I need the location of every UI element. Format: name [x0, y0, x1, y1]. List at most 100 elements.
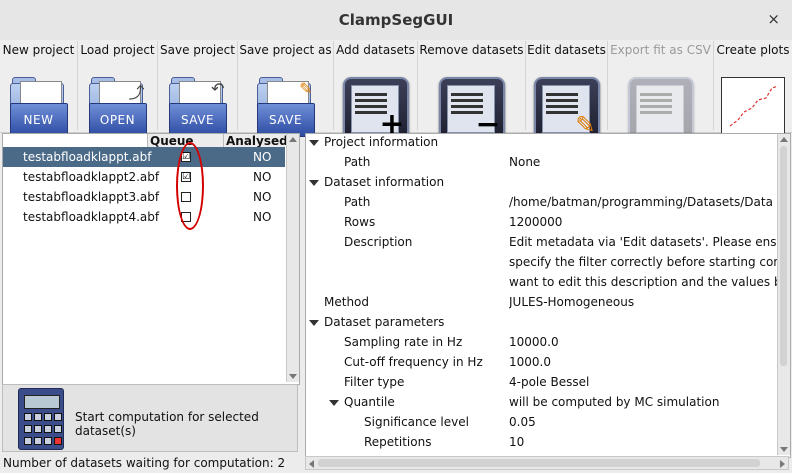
save-project-button[interactable]: Save project SAVE ↶: [158, 41, 238, 137]
property-value[interactable]: will be computed by MC simulation: [509, 392, 777, 412]
property-row[interactable]: Cut-off frequency in Hz 1000.0: [306, 352, 776, 372]
save-as-folder-icon: SAVE ✎: [256, 77, 315, 137]
toolbar: New project NEW Load project OPEN ⤴ Save…: [0, 40, 792, 146]
property-tree-hscrollbar[interactable]: [305, 456, 789, 470]
scroll-right-icon[interactable]: [780, 460, 785, 468]
analysed-value: NO: [253, 150, 272, 164]
dataset-name: testabfloadklappt4.abf: [23, 210, 160, 224]
analysed-value: NO: [253, 190, 272, 204]
expand-toggle-icon[interactable]: [329, 400, 339, 406]
property-value[interactable]: specify the filter correctly before star…: [509, 252, 777, 272]
property-row[interactable]: Path /home/batman/programming/Datasets/D…: [306, 192, 777, 212]
property-value[interactable]: None: [509, 152, 777, 172]
property-row[interactable]: Path None: [306, 152, 776, 172]
expand-toggle-icon[interactable]: [309, 320, 319, 326]
analysed-value: NO: [253, 170, 272, 184]
window-title: ClampSegGUI: [338, 11, 454, 29]
property-row[interactable]: specify the filter correctly before star…: [306, 252, 777, 272]
property-key: Method: [324, 295, 370, 309]
property-value[interactable]: 1000.0: [509, 352, 777, 372]
property-row[interactable]: Project information: [306, 134, 776, 152]
property-value[interactable]: 10: [509, 432, 777, 452]
expand-toggle-icon[interactable]: [309, 140, 319, 146]
property-key: Sampling rate in Hz: [344, 335, 463, 349]
scroll-left-icon[interactable]: [309, 460, 314, 468]
property-key: Description: [344, 235, 413, 249]
save-project-as-label: Save project as: [239, 43, 332, 57]
dataset-row[interactable]: testabfloadklappt.abf ☑ NO: [3, 147, 285, 167]
property-key: Rows: [344, 215, 376, 229]
export-fit-label: Export fit as CSV: [610, 43, 711, 57]
property-key: Path: [344, 155, 371, 169]
create-plots-button[interactable]: Create plots Y ×: [714, 41, 792, 146]
dataset-name: testabfloadklappt2.abf: [23, 170, 160, 184]
open-icon-text: OPEN: [88, 103, 147, 137]
property-row[interactable]: Method JULES-Homogeneous: [306, 292, 776, 312]
scroll-down-icon[interactable]: [289, 374, 297, 379]
save-project-as-button[interactable]: Save project as SAVE ✎: [238, 41, 334, 137]
scroll-up-icon[interactable]: [780, 137, 788, 142]
dataset-row[interactable]: testabfloadklappt4.abf NO: [3, 207, 285, 227]
expand-toggle-icon[interactable]: [309, 180, 319, 186]
property-value[interactable]: 1200000: [509, 212, 777, 232]
property-row[interactable]: Dataset parameters: [306, 312, 776, 332]
save-icon-text: SAVE: [168, 103, 227, 137]
property-key: Filter type: [344, 375, 405, 389]
create-plots-label: Create plots: [716, 43, 790, 57]
start-computation-button[interactable]: Start computation for selected dataset(s…: [2, 384, 298, 452]
title-bar: ClampSegGUI ×: [0, 0, 792, 41]
scroll-thumb[interactable]: [780, 146, 787, 366]
scroll-down-icon[interactable]: [780, 447, 788, 452]
dataset-list[interactable]: Queue Analysed testabfloadklappt.abf ☑ N…: [2, 133, 300, 385]
remove-datasets-button[interactable]: Remove datasets −: [418, 41, 526, 143]
add-datasets-button[interactable]: Add datasets +: [334, 41, 418, 143]
export-fit-button[interactable]: Export fit as CSV: [608, 41, 714, 143]
property-row[interactable]: want to edit this description and the va…: [306, 272, 777, 292]
analysed-column-header[interactable]: Analysed: [223, 134, 288, 148]
dataset-list-scrollbar[interactable]: [286, 134, 299, 382]
property-row[interactable]: Significance level 0.05: [306, 412, 776, 432]
close-icon[interactable]: ×: [767, 10, 780, 28]
analysed-value: NO: [253, 210, 272, 224]
property-value[interactable]: 0.05: [509, 412, 777, 432]
new-folder-icon: NEW: [9, 77, 68, 137]
edit-datasets-label: Edit datasets: [527, 43, 606, 57]
property-value[interactable]: want to edit this description and the va…: [509, 272, 777, 292]
property-row[interactable]: Rows 1200000: [306, 212, 776, 232]
property-tree[interactable]: Project information Path None Dataset in…: [305, 133, 791, 458]
property-value[interactable]: 4-pole Bessel: [509, 372, 777, 392]
edit-datasets-button[interactable]: Edit datasets ✎: [526, 41, 608, 143]
new-project-label: New project: [2, 43, 75, 57]
dataset-row[interactable]: testabfloadklappt2.abf ☑ NO: [3, 167, 285, 187]
new-project-button[interactable]: New project NEW: [0, 41, 78, 137]
property-value[interactable]: JULES-Homogeneous: [509, 292, 777, 312]
property-row[interactable]: Sampling rate in Hz 10000.0: [306, 332, 776, 352]
property-row[interactable]: Filter type 4-pole Bessel: [306, 372, 776, 392]
dataset-name: testabfloadklappt3.abf: [23, 190, 160, 204]
dataset-row[interactable]: testabfloadklappt3.abf NO: [3, 187, 285, 207]
annotation-oval: [176, 142, 204, 230]
load-project-button[interactable]: Load project OPEN ⤴: [78, 41, 158, 137]
property-value[interactable]: Edit metadata via 'Edit datasets'. Pleas…: [509, 232, 777, 252]
add-datasets-label: Add datasets: [336, 43, 415, 57]
save-project-label: Save project: [160, 43, 235, 57]
property-row[interactable]: Description Edit metadata via 'Edit data…: [306, 232, 777, 252]
calculator-icon: [18, 388, 64, 450]
scroll-up-icon[interactable]: [289, 137, 297, 142]
property-key: Dataset parameters: [324, 315, 445, 329]
property-value[interactable]: /home/batman/programming/Datasets/Data s…: [509, 192, 777, 212]
property-row[interactable]: Quantile will be computed by MC simulati…: [306, 392, 776, 412]
remove-datasets-label: Remove datasets: [419, 43, 524, 57]
property-key: Repetitions: [364, 435, 432, 449]
load-project-label: Load project: [80, 43, 155, 57]
property-row[interactable]: Repetitions 10: [306, 432, 776, 452]
property-value[interactable]: 10000.0: [509, 332, 777, 352]
property-key: Dataset information: [324, 175, 445, 189]
hscroll-thumb[interactable]: [318, 459, 760, 467]
property-key: Significance level: [364, 415, 469, 429]
save-as-icon-text: SAVE: [256, 103, 315, 137]
open-folder-icon: OPEN ⤴: [88, 77, 147, 137]
property-row[interactable]: Dataset information: [306, 172, 776, 192]
dataset-name: testabfloadklappt.abf: [23, 150, 152, 164]
property-tree-scrollbar[interactable]: [777, 134, 790, 455]
